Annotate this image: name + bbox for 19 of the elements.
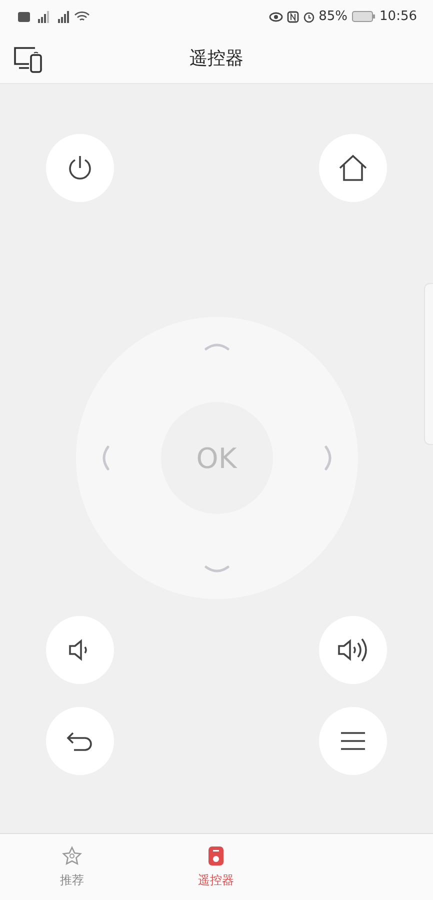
battery-percent: 85% [318,9,348,24]
volume-up-icon [337,637,369,663]
back-icon [66,730,94,752]
menu-icon [340,731,366,751]
clock-time: 10:56 [380,9,417,24]
home-icon [338,154,368,182]
nav-tab[interactable]: 遥控器 [144,834,288,900]
hd-icon [18,12,30,22]
alarm-icon [302,10,315,22]
power-icon [67,154,93,182]
eye-icon [268,12,283,22]
wifi-icon [74,10,90,22]
nfc-icon [286,10,299,22]
battery-icon [352,11,376,22]
remote-icon [208,846,224,866]
devices-icon[interactable] [13,44,45,74]
nav-tab[interactable]: 推荐 [0,834,144,900]
page-title: 遥控器 [190,47,244,70]
star-icon [62,846,82,866]
